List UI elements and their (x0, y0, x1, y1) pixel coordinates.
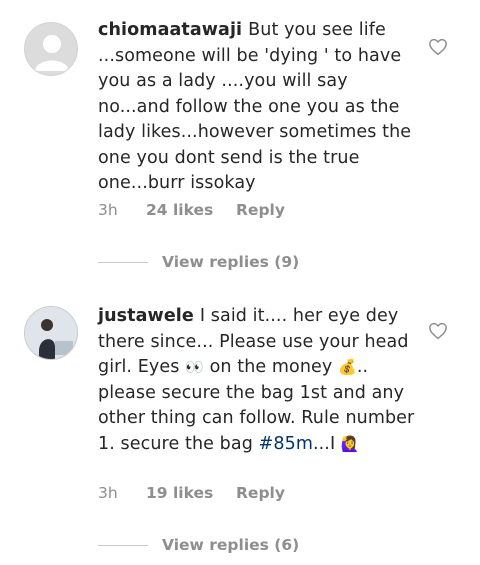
view-replies-label[interactable]: View replies (6) (162, 536, 299, 554)
eyes-emoji: 👀 (185, 358, 204, 376)
reply-button[interactable]: Reply (236, 201, 285, 219)
view-replies[interactable]: View replies (9) (98, 253, 299, 271)
replies-divider (98, 261, 148, 263)
heart-outline-icon[interactable] (428, 38, 448, 56)
heart-outline-icon[interactable] (428, 322, 448, 340)
reply-button[interactable]: Reply (236, 484, 285, 502)
comment-username[interactable]: chiomaatawaji (98, 20, 242, 40)
default-avatar-icon (35, 35, 69, 71)
avatar[interactable] (24, 306, 78, 360)
comment-meta: 3h 19 likes Reply (98, 484, 285, 502)
money-bag-emoji: 💰 (338, 358, 357, 376)
view-replies[interactable]: View replies (6) (98, 536, 299, 554)
replies-divider (98, 544, 148, 546)
comment-body: chiomaatawaji But you see life ...someone… (98, 18, 416, 197)
hashtag-link[interactable]: #85m (259, 434, 313, 454)
comment-username[interactable]: justawele (98, 306, 194, 326)
person-raising-hand-emoji: 🙋‍♀️ (340, 434, 360, 453)
view-replies-label[interactable]: View replies (9) (162, 253, 299, 271)
comment-text: ...I (312, 433, 341, 454)
comment-text: But you see life ...someone will be 'dyi… (98, 20, 412, 193)
comment-text: on the money (203, 357, 339, 377)
comment-meta: 3h 24 likes Reply (98, 201, 285, 219)
avatar[interactable] (24, 22, 78, 76)
comment-body: justawele I said it.... her eye dey there… (98, 304, 416, 457)
comment-likes[interactable]: 19 likes (146, 484, 236, 502)
comment-likes[interactable]: 24 likes (146, 201, 236, 219)
profile-photo-icon (25, 307, 77, 359)
comment-time: 3h (98, 484, 118, 502)
comment-time: 3h (98, 201, 118, 219)
